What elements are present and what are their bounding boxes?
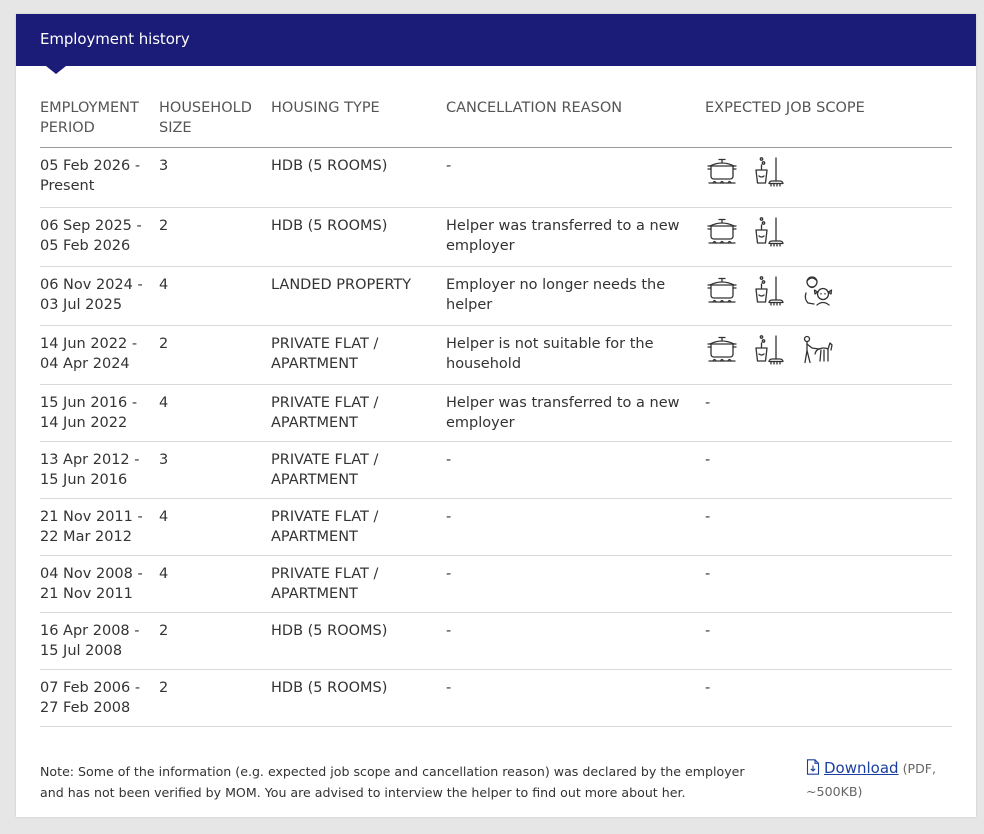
cell-household-size: 2 — [159, 612, 271, 670]
cell-housing-type: HDB (5 ROOMS) — [271, 669, 446, 727]
table-row: 05 Feb 2026 - Present 3 HDB (5 ROOMS) - — [40, 147, 952, 208]
cell-period: 06 Nov 2024 - 03 Jul 2025 — [40, 266, 159, 326]
cell-job-scope: - — [705, 498, 952, 556]
cooking-icon — [705, 155, 739, 189]
cell-cancellation-reason: - — [446, 498, 705, 556]
childcare-icon — [801, 274, 835, 308]
cooking-icon — [705, 333, 739, 367]
cell-housing-type: PRIVATE FLAT / APARTMENT — [271, 325, 446, 385]
cleaning-icon — [753, 215, 787, 249]
document-icon — [806, 759, 820, 781]
cell-housing-type: PRIVATE FLAT / APARTMENT — [271, 498, 446, 556]
cell-household-size: 2 — [159, 207, 271, 267]
cell-period: 05 Feb 2026 - Present — [40, 147, 159, 208]
cell-cancellation-reason: - — [446, 612, 705, 670]
cell-household-size: 2 — [159, 669, 271, 727]
cell-household-size: 3 — [159, 147, 271, 208]
table-row: 07 Feb 2006 - 27 Feb 2008 2 HDB (5 ROOMS) -… — [40, 669, 952, 727]
cell-household-size: 2 — [159, 325, 271, 385]
cell-job-scope: - — [705, 612, 952, 670]
cell-job-scope: - — [705, 384, 952, 442]
cell-job-scope: - — [705, 669, 952, 727]
table-row: 06 Nov 2024 - 03 Jul 2025 4 LANDED PROPERT… — [40, 266, 952, 326]
cell-household-size: 3 — [159, 441, 271, 499]
cooking-icon — [705, 215, 739, 249]
table-row: 14 Jun 2022 - 04 Apr 2024 2 PRIVATE FLAT /… — [40, 325, 952, 385]
employment-history-table: EMPLOYMENT PERIOD HOUSEHOLD SIZE HOUSING… — [40, 96, 952, 727]
disclaimer-note: Note: Some of the information (e.g. expe… — [40, 764, 745, 800]
cell-housing-type: HDB (5 ROOMS) — [271, 207, 446, 267]
cell-period: 06 Sep 2025 - 05 Feb 2026 — [40, 207, 159, 267]
column-header-household-size: HOUSEHOLD SIZE — [159, 96, 271, 148]
column-header-housing-type: HOUSING TYPE — [271, 96, 446, 148]
cell-job-scope: - — [705, 555, 952, 613]
cell-period: 07 Feb 2006 - 27 Feb 2008 — [40, 669, 159, 727]
cell-household-size: 4 — [159, 555, 271, 613]
cell-household-size: 4 — [159, 384, 271, 442]
table-row: 15 Jun 2016 - 14 Jun 2022 4 PRIVATE FLAT /… — [40, 384, 952, 442]
cell-household-size: 4 — [159, 266, 271, 326]
cell-housing-type: PRIVATE FLAT / APARTMENT — [271, 441, 446, 499]
cell-housing-type: HDB (5 ROOMS) — [271, 147, 446, 208]
cell-period: 15 Jun 2016 - 14 Jun 2022 — [40, 384, 159, 442]
job-scope-icons — [705, 274, 948, 308]
cell-job-scope — [705, 325, 952, 385]
cell-cancellation-reason: - — [446, 669, 705, 727]
cell-period: 21 Nov 2011 - 22 Mar 2012 — [40, 498, 159, 556]
cell-housing-type: PRIVATE FLAT / APARTMENT — [271, 384, 446, 442]
cell-cancellation-reason: Helper was transferred to a new employer — [446, 207, 705, 267]
cleaning-icon — [753, 333, 787, 367]
cell-cancellation-reason: - — [446, 147, 705, 208]
column-header-cancellation-reason: CANCELLATION REASON — [446, 96, 705, 148]
cell-job-scope: - — [705, 441, 952, 499]
table-row: 04 Nov 2008 - 21 Nov 2011 4 PRIVATE FLAT /… — [40, 555, 952, 613]
job-scope-icons — [705, 333, 948, 367]
cell-period: 14 Jun 2022 - 04 Apr 2024 — [40, 325, 159, 385]
header-pointer — [46, 66, 66, 74]
cell-cancellation-reason: Helper was transferred to a new employer — [446, 384, 705, 442]
table-row: 13 Apr 2012 - 15 Jun 2016 3 PRIVATE FLAT /… — [40, 441, 952, 499]
table-header-row: EMPLOYMENT PERIOD HOUSEHOLD SIZE HOUSING… — [40, 96, 952, 148]
cooking-icon — [705, 274, 739, 308]
job-scope-icons — [705, 215, 948, 249]
download-section: Download (PDF, ~500KB) — [806, 758, 966, 802]
cell-household-size: 4 — [159, 498, 271, 556]
cleaning-icon — [753, 274, 787, 308]
cell-housing-type: PRIVATE FLAT / APARTMENT — [271, 555, 446, 613]
cell-cancellation-reason: Employer no longer needs the helper — [446, 266, 705, 326]
cell-housing-type: HDB (5 ROOMS) — [271, 612, 446, 670]
cell-housing-type: LANDED PROPERTY — [271, 266, 446, 326]
cell-job-scope — [705, 147, 952, 208]
table-row: 21 Nov 2011 - 22 Mar 2012 4 PRIVATE FLAT /… — [40, 498, 952, 556]
cell-period: 16 Apr 2008 - 15 Jul 2008 — [40, 612, 159, 670]
table-row: 16 Apr 2008 - 15 Jul 2008 2 HDB (5 ROOMS) -… — [40, 612, 952, 670]
cell-job-scope — [705, 207, 952, 267]
cell-period: 04 Nov 2008 - 21 Nov 2011 — [40, 555, 159, 613]
card-header: Employment history — [16, 14, 976, 66]
table-row: 06 Sep 2025 - 05 Feb 2026 2 HDB (5 ROOMS) H… — [40, 207, 952, 267]
column-header-job-scope: EXPECTED JOB SCOPE — [705, 96, 952, 148]
cell-cancellation-reason: Helper is not suitable for the household — [446, 325, 705, 385]
job-scope-icons — [705, 155, 948, 189]
cell-period: 13 Apr 2012 - 15 Jun 2016 — [40, 441, 159, 499]
cell-job-scope — [705, 266, 952, 326]
cleaning-icon — [753, 155, 787, 189]
column-header-period: EMPLOYMENT PERIOD — [40, 96, 159, 148]
petcare-icon — [801, 333, 835, 367]
cell-cancellation-reason: - — [446, 555, 705, 613]
employment-history-card: Employment history EMPLOYMENT PERIOD HOU… — [16, 14, 976, 817]
download-link[interactable]: Download — [824, 759, 899, 777]
card-title: Employment history — [40, 30, 190, 48]
cell-cancellation-reason: - — [446, 441, 705, 499]
